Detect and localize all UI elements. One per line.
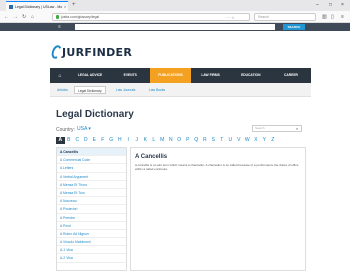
tab-close-icon[interactable]: × <box>62 4 68 9</box>
search-icon[interactable]: ⌕ <box>296 126 298 131</box>
term-item[interactable]: A Letters <box>57 164 126 173</box>
term-item[interactable]: A Mensa Et Toro <box>57 189 126 198</box>
letter-g[interactable]: G <box>107 137 116 144</box>
maximize-button[interactable]: □ <box>329 2 332 8</box>
nav-events[interactable]: EVENTS <box>110 68 150 83</box>
site-header: JURFINDER <box>0 31 350 68</box>
letter-j[interactable]: J <box>133 137 142 144</box>
letter-q[interactable]: Q <box>192 137 201 144</box>
letter-u[interactable]: U <box>226 137 235 144</box>
main-nav: ⌂ LEGAL ADVICE EVENTS PUBLICATIONS LAW F… <box>50 68 311 83</box>
nav-publications[interactable]: PUBLICATIONS <box>150 68 191 83</box>
new-tab-button[interactable]: + <box>72 2 76 8</box>
browser-search-field[interactable]: Search <box>254 13 316 21</box>
letter-i[interactable]: I <box>124 137 133 144</box>
letter-s[interactable]: S <box>209 137 218 144</box>
subnav-articles[interactable]: Articles <box>54 86 71 94</box>
letter-p[interactable]: P <box>184 137 193 144</box>
letter-d[interactable]: D <box>82 137 91 144</box>
term-item[interactable]: A Vinculo Matrimonii <box>57 238 126 247</box>
site-search-input[interactable] <box>75 24 275 30</box>
definition-title: A Cancellis <box>135 154 168 160</box>
letter-m[interactable]: M <box>158 137 167 144</box>
page-title: Legal Dictionary <box>56 109 134 120</box>
letter-n[interactable]: N <box>167 137 176 144</box>
nav-career[interactable]: CAREER <box>271 68 311 83</box>
nav-legal-advice[interactable]: LEGAL ADVICE <box>70 68 110 83</box>
term-item[interactable]: A Rubro Ad Nigrum <box>57 230 126 239</box>
term-item[interactable]: A Verbal Argument <box>57 173 126 181</box>
term-item[interactable]: A Nouveau <box>57 197 126 206</box>
term-item[interactable]: A-2 Visa <box>57 254 126 263</box>
letter-x[interactable]: X <box>252 137 261 144</box>
definition-panel: A Cancellis A cancellis is a Latin term … <box>130 147 306 271</box>
page-actions-icon[interactable]: ··· ☆ <box>226 15 235 20</box>
country-label: Country: <box>56 127 75 133</box>
term-item[interactable]: A-1 Visa <box>57 246 126 255</box>
library-icon[interactable]: ▥ <box>322 14 327 20</box>
back-icon[interactable]: ← <box>4 14 9 20</box>
close-window-button[interactable]: × <box>341 2 344 8</box>
lock-icon <box>56 15 59 19</box>
favicon-icon <box>9 4 13 9</box>
definition-text: A cancellis is a Latin term which means … <box>135 163 299 171</box>
term-item[interactable]: A Prendre <box>57 214 126 222</box>
menu-icon[interactable]: ≡ <box>341 14 344 20</box>
letter-y[interactable]: Y <box>260 137 269 144</box>
letter-f[interactable]: F <box>99 137 108 144</box>
letter-k[interactable]: K <box>141 137 150 144</box>
term-item[interactable]: A Commercial Code <box>57 156 126 165</box>
dictionary-search-input[interactable]: Search <box>252 125 302 132</box>
home-icon[interactable]: ⌂ <box>31 14 34 20</box>
tab-title: Legal Dictionary | USLaw - Mozilla Firef… <box>15 4 62 9</box>
site-top-bar: ≡ SEARCH <box>0 23 350 31</box>
subnav-legal-dictionary[interactable]: Legal Dictionary <box>74 86 106 94</box>
term-list: A Cancellis A Commercial Code A Letters … <box>56 147 127 271</box>
site-logo[interactable]: JURFINDER <box>49 43 133 61</box>
country-select[interactable]: USA ▾ <box>77 126 91 132</box>
letter-c[interactable]: C <box>73 137 82 144</box>
url-bar[interactable]: justia.com/glossary/legal <box>52 13 250 21</box>
home-nav-icon[interactable]: ⌂ <box>50 73 70 79</box>
site-menu-icon[interactable]: ≡ <box>58 24 61 30</box>
term-item[interactable]: A Cancellis <box>57 148 126 157</box>
letter-l[interactable]: L <box>150 137 159 144</box>
browser-toolbar: ← → ↻ ⌂ justia.com/glossary/legal ··· ☆ … <box>0 11 350 23</box>
sidebar-icon[interactable]: ▯ <box>331 14 334 20</box>
term-item[interactable]: A Posteriori <box>57 205 126 214</box>
letter-v[interactable]: V <box>235 137 244 144</box>
reload-icon[interactable]: ↻ <box>22 14 26 20</box>
browser-tab-bar: Legal Dictionary | USLaw - Mozilla Firef… <box>0 0 350 11</box>
nav-law-firms[interactable]: LAW FIRMS <box>191 68 231 83</box>
letter-e[interactable]: E <box>90 137 99 144</box>
term-item[interactable]: A Mensa Et Thoro <box>57 181 126 189</box>
minimize-button[interactable]: – <box>316 2 319 8</box>
logo-text: JURFINDER <box>62 45 133 59</box>
dictionary-content: Legal Dictionary Country: USA ▾ Search ⌕… <box>50 97 311 271</box>
url-text: justia.com/glossary/legal <box>61 15 100 19</box>
letter-o[interactable]: O <box>175 137 184 144</box>
letter-t[interactable]: T <box>218 137 227 144</box>
subnav-law-journals[interactable]: Law Journals <box>113 86 138 94</box>
alphabet-bar: A B C D E F G H I J K L M N O P Q R S T … <box>56 137 277 144</box>
letter-b[interactable]: B <box>65 137 74 144</box>
sub-nav: Articles Legal Dictionary Law Journals L… <box>50 83 311 97</box>
browser-search-placeholder: Search <box>258 15 270 19</box>
term-item[interactable]: A Priori <box>57 222 126 230</box>
nav-education[interactable]: EDUCATION <box>231 68 271 83</box>
letter-z[interactable]: Z <box>269 137 278 144</box>
letter-w[interactable]: W <box>243 137 252 144</box>
forward-icon[interactable]: → <box>13 14 18 20</box>
letter-h[interactable]: H <box>116 137 125 144</box>
subnav-law-books[interactable]: Law Books <box>146 86 168 94</box>
browser-tab[interactable]: Legal Dictionary | USLaw - Mozilla Firef… <box>6 1 68 11</box>
site-search-button[interactable]: SEARCH <box>283 24 305 30</box>
letter-a[interactable]: A <box>56 137 65 144</box>
letter-r[interactable]: R <box>201 137 210 144</box>
